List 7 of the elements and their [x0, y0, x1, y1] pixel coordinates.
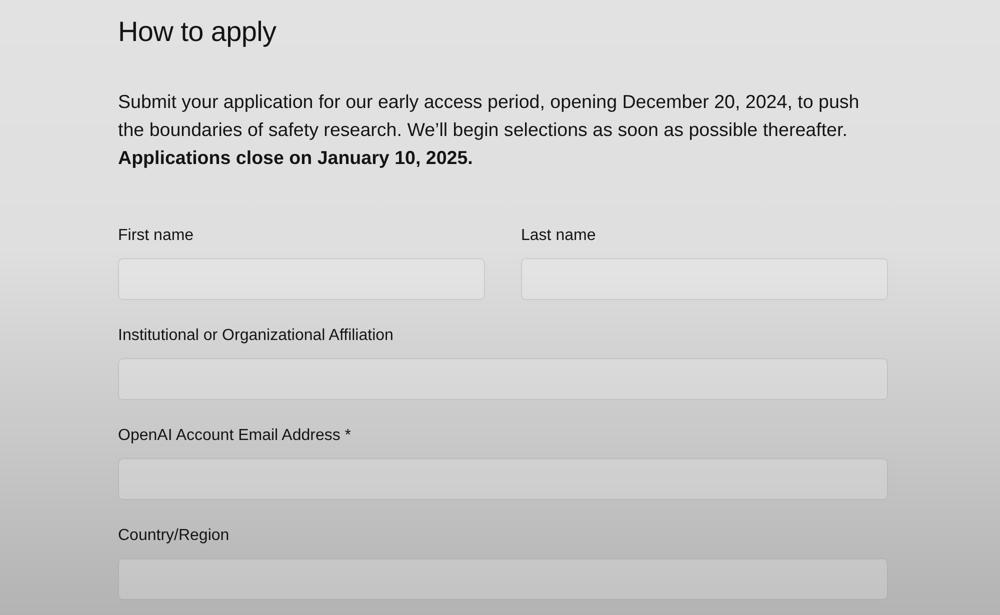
field-label: Institutional or Organizational Affiliation	[118, 326, 394, 346]
field-label: Last name	[521, 226, 596, 246]
field-label: First name	[118, 226, 194, 246]
field-label: OpenAI Account Email Address *	[118, 426, 352, 446]
field-label: Country/Region	[118, 526, 230, 546]
intro-paragraph: Submit your application for our early access period, opening December 20, 2024, to push the boundaries of safety research. We’ll begin selections as soon as possible thereafter. Applications close on January 10, 2025.	[118, 90, 860, 170]
section-heading: How to apply	[118, 15, 278, 49]
